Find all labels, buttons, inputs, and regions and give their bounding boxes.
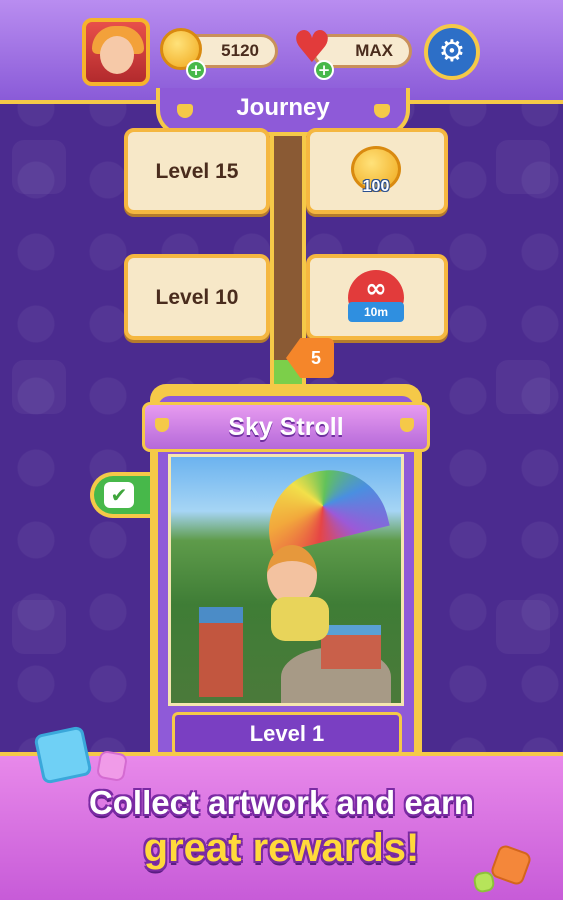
player-avatar[interactable]: [82, 18, 150, 86]
background-tile: [12, 140, 66, 194]
artwork-image[interactable]: [168, 454, 404, 706]
artwork-coat: [271, 597, 329, 641]
add-lives-button[interactable]: +: [314, 60, 334, 80]
background-tile: [496, 360, 550, 414]
level-card-15[interactable]: Level 15: [124, 128, 270, 214]
background-tile: [496, 600, 550, 654]
decorative-cube: [33, 725, 93, 785]
gear-icon: ⚙: [438, 34, 466, 69]
progress-marker-value: 5: [310, 348, 321, 368]
level-label: Level 10: [155, 286, 239, 309]
lives-count: MAX: [355, 41, 393, 60]
decorative-cube: [95, 749, 129, 783]
artwork-tower: [199, 607, 243, 697]
artwork-umbrella: [256, 457, 390, 555]
cat-icon: [155, 418, 169, 432]
journey-title: Journey: [236, 94, 330, 121]
promo-headline: Collect artwork and earn: [88, 784, 475, 821]
promo-subheadline: great rewards!: [143, 826, 420, 870]
background-tile: [496, 140, 550, 194]
artwork-level: Level 1: [249, 721, 325, 746]
background-tile: [12, 360, 66, 414]
artwork-title: Sky Stroll: [228, 413, 344, 441]
check-icon: ✔: [104, 482, 134, 508]
artwork-girl: [267, 545, 317, 605]
level-card-10[interactable]: Level 10: [124, 254, 270, 340]
background-tile: [12, 600, 66, 654]
artwork-level-label: Level 1: [172, 712, 402, 756]
artwork-title-ribbon: Sky Stroll: [142, 402, 430, 452]
add-coins-button[interactable]: +: [186, 60, 206, 80]
coin-count: 5120: [221, 41, 259, 60]
artwork-house: [321, 625, 381, 669]
cat-icon: [400, 418, 414, 432]
reward-amount: 100: [362, 178, 390, 195]
reward-duration: 10m: [348, 302, 404, 322]
settings-button[interactable]: ⚙: [424, 24, 480, 80]
avatar-face: [100, 36, 134, 74]
level-label: Level 15: [155, 160, 239, 183]
